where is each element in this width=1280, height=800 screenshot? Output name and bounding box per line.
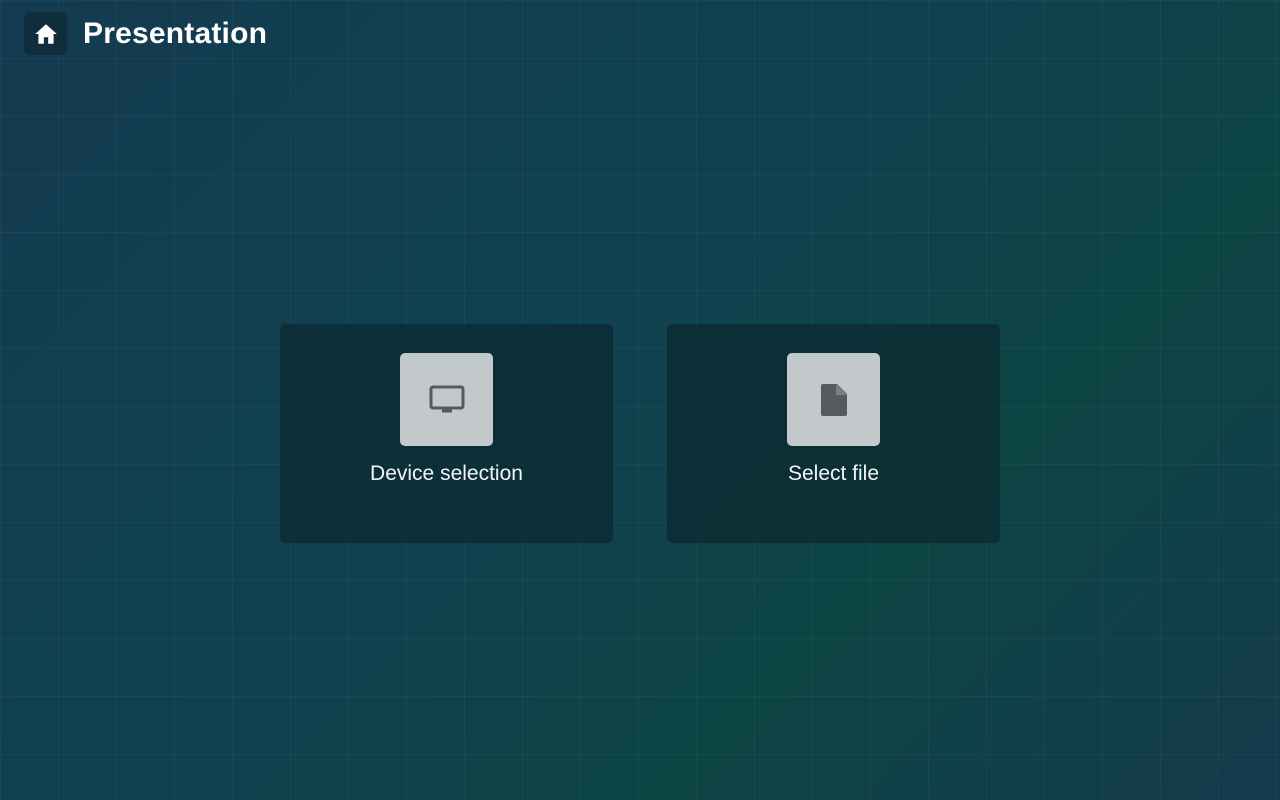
monitor-icon [429, 385, 464, 412]
device-selection-tile[interactable]: Device selection [280, 324, 613, 543]
background-grid [0, 0, 1280, 800]
device-selection-label: Device selection [370, 462, 523, 485]
select-file-tile[interactable]: Select file [667, 324, 1000, 543]
page-title: Presentation [83, 16, 268, 50]
home-button[interactable] [24, 12, 67, 55]
device-selection-icon-box [400, 353, 493, 446]
header: Presentation [24, 12, 267, 55]
file-icon [820, 383, 847, 416]
home-icon [34, 23, 57, 44]
select-file-label: Select file [787, 462, 880, 485]
select-file-icon-box [787, 353, 880, 446]
